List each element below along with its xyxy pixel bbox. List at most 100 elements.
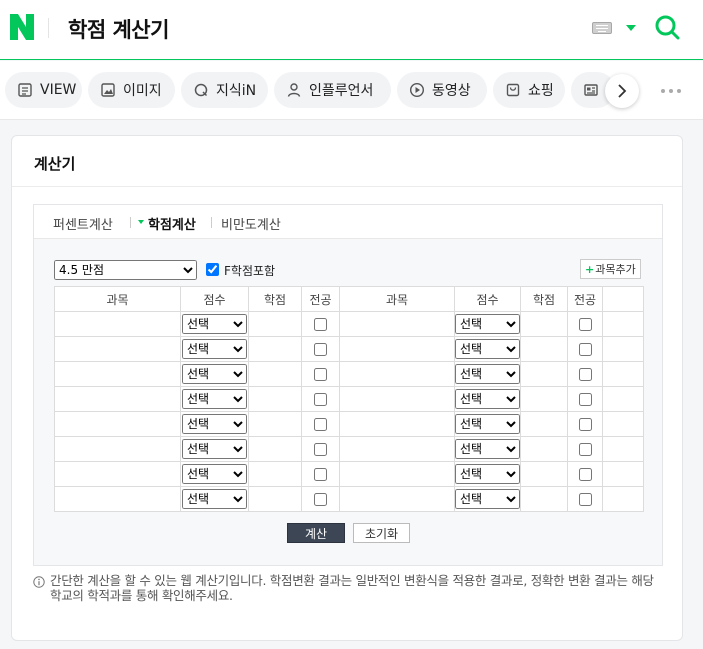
f-include-checkbox[interactable] <box>206 263 219 276</box>
top-bar: 학점 계산기 <box>0 0 703 60</box>
credit-cell[interactable] <box>520 311 568 337</box>
credit-cell[interactable] <box>520 411 568 437</box>
tab-video[interactable]: 동영상 <box>397 72 487 108</box>
f-include-label: F학점포함 <box>224 264 276 278</box>
major-checkbox[interactable] <box>578 343 592 356</box>
major-checkbox[interactable] <box>314 468 327 481</box>
column-header-blank <box>602 286 644 312</box>
credit-cell[interactable] <box>520 486 568 512</box>
major-checkbox[interactable] <box>578 443 592 456</box>
tabs-next-button[interactable] <box>605 74 639 108</box>
score-select[interactable]: 선택A+A0B+B0C+C0D+D0F <box>455 389 520 409</box>
credit-cell[interactable] <box>520 361 568 387</box>
score-select[interactable]: 선택A+A0B+B0C+C0D+D0F <box>455 364 520 384</box>
credit-cell[interactable] <box>248 361 302 387</box>
major-checkbox[interactable] <box>578 368 592 381</box>
score-select[interactable]: 선택A+A0B+B0C+C0D+D0F <box>182 364 247 384</box>
subject-cell[interactable] <box>339 386 455 412</box>
logo-divider <box>48 18 49 38</box>
column-header: 점수 <box>454 286 521 312</box>
score-select[interactable]: 선택A+A0B+B0C+C0D+D0F <box>182 464 247 484</box>
major-checkbox[interactable] <box>578 318 592 331</box>
subject-cell[interactable] <box>339 461 455 487</box>
subject-cell[interactable] <box>54 436 181 462</box>
blank-cell <box>602 486 644 512</box>
tab-label: 인플루언서 <box>309 83 374 99</box>
card-title: 계산기 <box>34 155 76 173</box>
subject-cell[interactable] <box>54 311 181 337</box>
major-checkbox[interactable] <box>314 318 327 331</box>
tab-influencer[interactable]: 인플루언서 <box>274 72 391 108</box>
score-select[interactable]: 선택A+A0B+B0C+C0D+D0F <box>182 339 247 359</box>
search-icon[interactable] <box>654 14 680 40</box>
subject-cell[interactable] <box>339 311 455 337</box>
score-select[interactable]: 선택A+A0B+B0C+C0D+D0F <box>182 314 247 334</box>
tab-image[interactable]: 이미지 <box>88 72 175 108</box>
subject-cell[interactable] <box>54 461 181 487</box>
major-checkbox[interactable] <box>578 418 592 431</box>
credit-cell[interactable] <box>520 436 568 462</box>
calculate-button[interactable]: 계산 <box>287 523 345 543</box>
score-select[interactable]: 선택A+A0B+B0C+C0D+D0F <box>182 489 247 509</box>
credit-cell[interactable] <box>248 386 302 412</box>
credit-cell[interactable] <box>248 336 302 362</box>
grade-scale-select[interactable]: 4.5 만점4.3 만점4.0 만점 <box>54 260 197 280</box>
subject-cell[interactable] <box>339 361 455 387</box>
credit-cell[interactable] <box>520 386 568 412</box>
reset-button[interactable]: 초기화 <box>353 523 410 543</box>
subject-cell[interactable] <box>54 361 181 387</box>
major-cell <box>301 336 340 362</box>
major-checkbox[interactable] <box>314 493 327 506</box>
keyboard-icon[interactable] <box>592 22 612 34</box>
score-select[interactable]: 선택A+A0B+B0C+C0D+D0F <box>182 439 247 459</box>
major-cell <box>301 486 340 512</box>
score-select[interactable]: 선택A+A0B+B0C+C0D+D0F <box>455 464 520 484</box>
major-checkbox[interactable] <box>314 368 327 381</box>
more-icon[interactable] <box>660 88 682 94</box>
major-checkbox[interactable] <box>578 468 592 481</box>
subject-cell[interactable] <box>339 336 455 362</box>
add-subject-button[interactable]: + 과목추가 <box>580 259 641 279</box>
major-checkbox[interactable] <box>578 393 592 406</box>
credit-cell[interactable] <box>248 486 302 512</box>
major-cell <box>301 361 340 387</box>
credit-cell[interactable] <box>248 411 302 437</box>
credit-cell[interactable] <box>520 336 568 362</box>
credit-cell[interactable] <box>248 436 302 462</box>
score-select[interactable]: 선택A+A0B+B0C+C0D+D0F <box>182 389 247 409</box>
tab-label: VIEW <box>40 82 77 98</box>
score-cell: 선택A+A0B+B0C+C0D+D0F <box>454 436 521 462</box>
tab-shopping[interactable]: 쇼핑 <box>493 72 565 108</box>
score-select[interactable]: 선택A+A0B+B0C+C0D+D0F <box>455 339 520 359</box>
score-select[interactable]: 선택A+A0B+B0C+C0D+D0F <box>455 314 520 334</box>
major-checkbox[interactable] <box>314 443 327 456</box>
tab-bmi-calc[interactable]: 비만도계산 <box>221 214 281 233</box>
major-checkbox[interactable] <box>314 418 327 431</box>
subject-cell[interactable] <box>339 436 455 462</box>
credit-cell[interactable] <box>248 311 302 337</box>
score-select[interactable]: 선택A+A0B+B0C+C0D+D0F <box>455 489 520 509</box>
subject-cell[interactable] <box>54 336 181 362</box>
score-select[interactable]: 선택A+A0B+B0C+C0D+D0F <box>182 414 247 434</box>
naver-logo[interactable] <box>10 14 34 40</box>
credit-cell[interactable] <box>520 461 568 487</box>
tab-knowledge[interactable]: 지식iN <box>181 72 268 108</box>
tab-view[interactable]: VIEW <box>5 72 82 108</box>
table-row: 선택A+A0B+B0C+C0D+D0F 선택A+A0B+B0C+C0D+D0F <box>54 386 644 412</box>
subject-cell[interactable] <box>339 411 455 437</box>
chevron-down-icon[interactable] <box>626 25 636 31</box>
table-row: 선택A+A0B+B0C+C0D+D0F 선택A+A0B+B0C+C0D+D0F <box>54 486 644 512</box>
major-checkbox[interactable] <box>314 343 327 356</box>
major-checkbox[interactable] <box>578 493 592 506</box>
tab-grade-calc[interactable]: 학점계산 <box>148 214 196 233</box>
score-select[interactable]: 선택A+A0B+B0C+C0D+D0F <box>455 414 520 434</box>
subject-cell[interactable] <box>339 486 455 512</box>
score-select[interactable]: 선택A+A0B+B0C+C0D+D0F <box>455 439 520 459</box>
subject-cell[interactable] <box>54 386 181 412</box>
subject-cell[interactable] <box>54 411 181 437</box>
tab-percent-calc[interactable]: 퍼센트계산 <box>53 214 113 233</box>
tab-label: 이미지 <box>123 83 162 99</box>
major-checkbox[interactable] <box>314 393 327 406</box>
credit-cell[interactable] <box>248 461 302 487</box>
subject-cell[interactable] <box>54 486 181 512</box>
